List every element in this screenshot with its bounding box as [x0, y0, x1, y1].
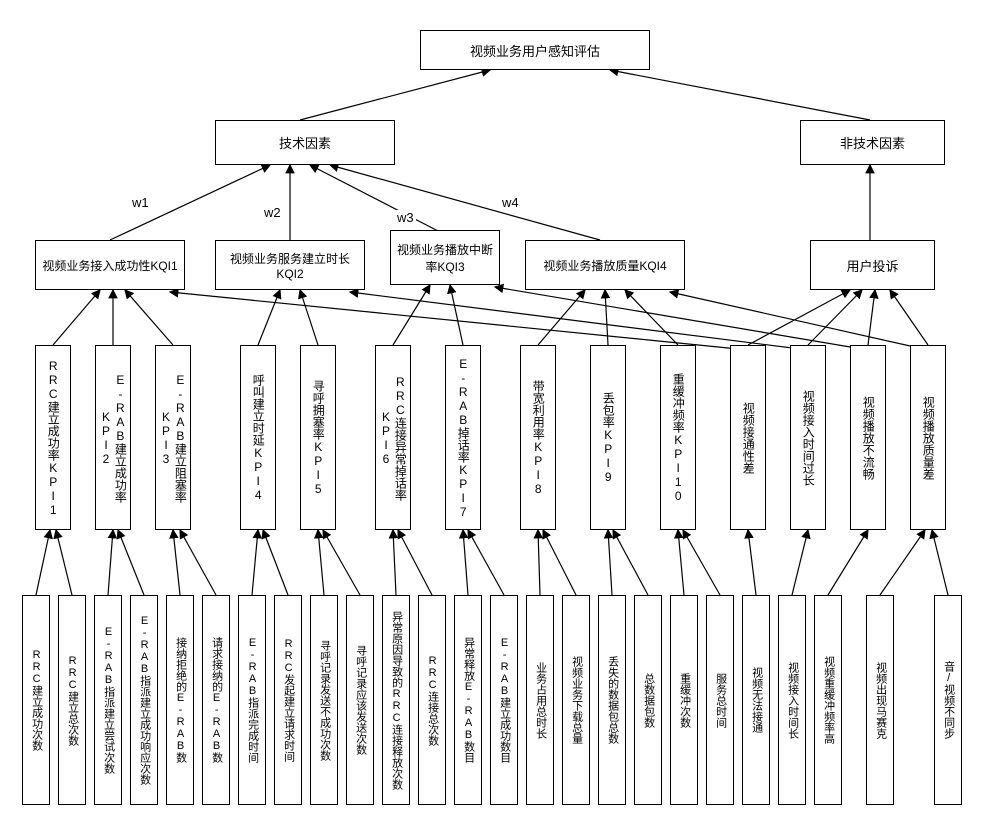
w4-label: w4 [500, 195, 521, 210]
m22-label: 视频接入时间长 [785, 662, 798, 739]
m4-label: E-RAB指派建立成功响应次数 [137, 615, 150, 785]
w3-label: w3 [395, 210, 416, 225]
m6-node: 请求接纳的E-RAB数 [202, 595, 230, 805]
nontech-node: 非技术因素 [800, 120, 945, 165]
kpi6-node: RRC连接异常掉话率KPI6 [375, 345, 411, 530]
c3-node: 视频播放不流畅 [850, 345, 886, 530]
m16-label: 视频业务下载总量 [569, 656, 582, 744]
m21-node: 视频无法接通 [742, 595, 770, 805]
m24-label: 视频出现马赛克 [873, 662, 886, 739]
m22-node: 视频接入时间长 [778, 595, 806, 805]
m18-node: 总数据包数 [634, 595, 662, 805]
tech-label: 技术因素 [279, 133, 331, 152]
kpi8-label: 带宽利用率KPI8 [531, 380, 545, 496]
m4-node: E-RAB指派建立成功响应次数 [130, 595, 158, 805]
kqi2-label: 视频业务服务建立时长KQI2 [220, 250, 360, 281]
kqi1-label: 视频业务接入成功性KQI1 [42, 257, 177, 274]
m24-node: 视频出现马赛克 [866, 595, 894, 805]
w1-label: w1 [130, 195, 151, 210]
m1-node: RRC建立成功次数 [22, 595, 50, 805]
kpi2-node: E-RAB建立成功率KPI2 [95, 345, 131, 530]
m13-label: 异常释放E-RAB数目 [461, 637, 474, 763]
m13-node: 异常释放E-RAB数目 [454, 595, 482, 805]
m19-node: 重缓冲次数 [670, 595, 698, 805]
kpi9-node: 丢包率KPI9 [590, 345, 626, 530]
c3-label: 视频播放不流畅 [861, 396, 875, 480]
kpi1-label: RRC建立成功率KPI1 [46, 359, 60, 517]
c1-node: 视频接通性差 [730, 345, 766, 530]
m23-node: 视频重缓冲频率高 [814, 595, 842, 805]
m16-node: 视频业务下载总量 [562, 595, 590, 805]
m12-label: RRC连接总次数 [425, 655, 438, 746]
m10-node: 寻呼记录应该发送次数 [346, 595, 374, 805]
m15-label: 业务占用总时长 [533, 662, 546, 739]
w2-label: w2 [262, 205, 283, 220]
m18-label: 总数据包数 [641, 673, 654, 728]
m19-label: 重缓冲次数 [677, 673, 690, 728]
c4-label: 视频播放质量差 [921, 396, 935, 480]
m6-label: 请求接纳的E-RAB数 [209, 637, 222, 763]
kpi3-node: E-RAB建立阻塞率KPI3 [155, 345, 191, 530]
m11-label: 异常原因导致的RRC连接释放次数 [389, 611, 402, 790]
kpi9-label: 丢包率KPI9 [601, 392, 615, 484]
kpi4-label: 呼叫建立时延KPI4 [251, 374, 265, 502]
kpi7-label: E-RAB掉话率KPI7 [456, 357, 470, 519]
m7-node: E-RAB指派完成时间 [238, 595, 266, 805]
m5-label: 接纳拒绝的E-RAB数 [173, 637, 186, 763]
kpi3-label: E-RAB建立阻塞率KPI3 [159, 350, 188, 525]
tech-node: 技术因素 [215, 120, 395, 165]
kpi8-node: 带宽利用率KPI8 [520, 345, 556, 530]
m2-label: RRC建立总次数 [65, 655, 78, 746]
m12-node: RRC连接总次数 [418, 595, 446, 805]
complaint-node: 用户投诉 [810, 240, 935, 290]
kpi2-label: E-RAB建立成功率KPI2 [99, 350, 128, 525]
complaint-label: 用户投诉 [846, 256, 898, 275]
c4-node: 视频播放质量差 [910, 345, 946, 530]
m21-label: 视频无法接通 [749, 667, 762, 733]
kpi10-label: 重缓冲频率KPI10 [671, 373, 685, 503]
m25-label: 音/视频不同步 [941, 661, 954, 739]
m11-node: 异常原因导致的RRC连接释放次数 [382, 595, 410, 805]
kpi1-node: RRC建立成功率KPI1 [35, 345, 71, 530]
m10-label: 寻呼记录应该发送次数 [353, 645, 366, 755]
m17-label: 丢失的数据包总数 [605, 656, 618, 744]
m25-node: 音/视频不同步 [934, 595, 962, 805]
m9-label: 寻呼记录发送不成功次数 [317, 640, 330, 761]
kqi4-label: 视频业务播放质量KQI4 [543, 257, 666, 274]
m3-label: E-RAB指派建立尝试次数 [101, 626, 114, 774]
m8-label: RRC发起建立请求时间 [281, 638, 294, 762]
kqi1-node: 视频业务接入成功性KQI1 [35, 240, 185, 290]
kpi10-node: 重缓冲频率KPI10 [660, 345, 696, 530]
m14-node: E-RAB建立成功数目 [490, 595, 518, 805]
m5-node: 接纳拒绝的E-RAB数 [166, 595, 194, 805]
c2-node: 视频接入时间过长 [790, 345, 826, 530]
kqi4-node: 视频业务播放质量KQI4 [525, 240, 685, 290]
nontech-label: 非技术因素 [840, 133, 905, 152]
m7-label: E-RAB指派完成时间 [245, 637, 258, 763]
root-node: 视频业务用户感知评估 [420, 30, 650, 70]
kqi2-node: 视频业务服务建立时长KQI2 [215, 240, 365, 290]
c1-label: 视频接通性差 [741, 402, 755, 474]
m8-node: RRC发起建立请求时间 [274, 595, 302, 805]
m1-label: RRC建立成功次数 [29, 649, 42, 751]
c2-label: 视频接入时间过长 [801, 390, 815, 486]
m14-label: E-RAB建立成功数目 [497, 637, 510, 763]
kpi7-node: E-RAB掉话率KPI7 [445, 345, 481, 530]
kpi5-node: 寻呼拥塞率KPI5 [300, 345, 336, 530]
kpi4-node: 呼叫建立时延KPI4 [240, 345, 276, 530]
kpi6-label: RRC连接异常掉话率KPI6 [379, 350, 408, 525]
kpi5-label: 寻呼拥塞率KPI5 [311, 380, 325, 496]
m9-node: 寻呼记录发送不成功次数 [310, 595, 338, 805]
m3-node: E-RAB指派建立尝试次数 [94, 595, 122, 805]
m17-node: 丢失的数据包总数 [598, 595, 626, 805]
kqi3-label: 视频业务播放中断率KQI3 [395, 241, 495, 275]
m2-node: RRC建立总次数 [58, 595, 86, 805]
m20-label: 服务总时间 [713, 673, 726, 728]
kqi3-node: 视频业务播放中断率KQI3 [390, 230, 500, 285]
m20-node: 服务总时间 [706, 595, 734, 805]
m23-label: 视频重缓冲频率高 [821, 656, 834, 744]
m15-node: 业务占用总时长 [526, 595, 554, 805]
root-label: 视频业务用户感知评估 [470, 41, 600, 60]
